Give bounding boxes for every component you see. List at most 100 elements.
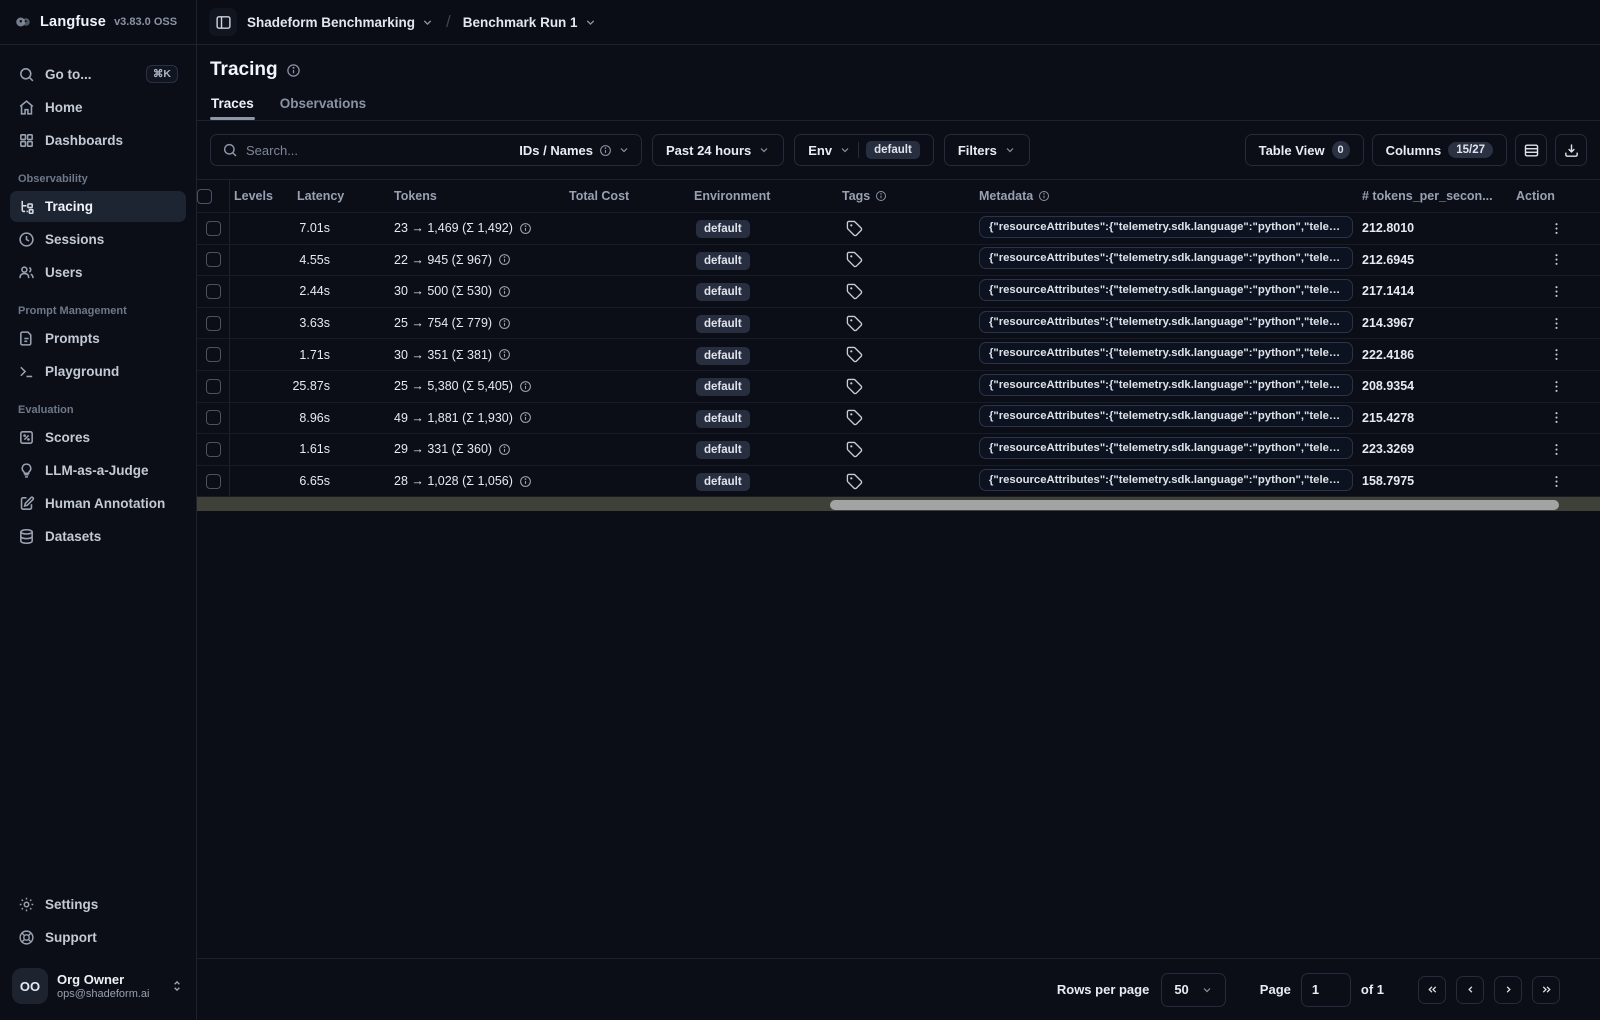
ellipsis-vertical-icon[interactable] <box>1543 472 1570 491</box>
row-tokens-per-second: 214.3967 <box>1362 316 1415 331</box>
row-checkbox[interactable] <box>205 252 221 268</box>
ellipsis-vertical-icon[interactable] <box>1543 408 1570 427</box>
tag-icon[interactable] <box>846 346 971 363</box>
info-icon[interactable] <box>875 190 887 202</box>
metadata-pill[interactable]: {"resourceAttributes":{"telemetry.sdk.la… <box>979 373 1353 396</box>
row-tokens: 30 → 351 (Σ 381) <box>390 348 565 362</box>
first-page-button[interactable] <box>1418 975 1446 1004</box>
ellipsis-vertical-icon[interactable] <box>1543 314 1570 333</box>
row-checkbox[interactable] <box>205 347 221 363</box>
row-tokens: 30 → 500 (Σ 530) <box>390 284 565 298</box>
tag-icon[interactable] <box>846 378 971 395</box>
search-mode-dropdown[interactable]: IDs / Names <box>519 143 630 158</box>
metadata-pill[interactable]: {"resourceAttributes":{"telemetry.sdk.la… <box>979 468 1353 491</box>
row-latency: 8.96s <box>299 410 330 425</box>
sidebar-item-human-annotation[interactable]: Human Annotation <box>10 488 186 519</box>
sidebar-toggle-button[interactable] <box>209 8 237 36</box>
row-checkbox[interactable] <box>205 473 221 489</box>
row-checkbox[interactable] <box>205 315 221 331</box>
metadata-pill[interactable]: {"resourceAttributes":{"telemetry.sdk.la… <box>979 342 1353 365</box>
sidebar-item-sessions[interactable]: Sessions <box>10 224 186 255</box>
metadata-pill[interactable]: {"resourceAttributes":{"telemetry.sdk.la… <box>979 247 1353 270</box>
ellipsis-vertical-icon[interactable] <box>1543 377 1570 396</box>
previous-page-button[interactable] <box>1456 975 1484 1004</box>
sidebar-item-support[interactable]: Support <box>10 922 186 953</box>
row-tokens-per-second: 208.9354 <box>1362 379 1415 394</box>
metadata-pill[interactable]: {"resourceAttributes":{"telemetry.sdk.la… <box>979 215 1353 238</box>
tag-icon[interactable] <box>846 441 971 458</box>
ellipsis-vertical-icon[interactable] <box>1543 440 1570 459</box>
page-number-input[interactable] <box>1300 972 1351 1007</box>
ellipsis-vertical-icon[interactable] <box>1543 250 1570 269</box>
tag-icon[interactable] <box>846 315 971 332</box>
brand-area: Langfuse v3.83.0 OSS <box>0 0 197 44</box>
search-control: IDs / Names <box>210 134 642 166</box>
row-metadata: {"resourceAttributes":{"telemetry.sdk.la… <box>975 278 1358 304</box>
breadcrumb-run[interactable]: Benchmark Run 1 <box>463 15 597 30</box>
sidebar-item-dashboards[interactable]: Dashboards <box>10 125 186 156</box>
time-range-dropdown[interactable]: Past 24 hours <box>652 134 785 166</box>
info-icon[interactable] <box>498 443 511 456</box>
annotation-pen-icon <box>18 495 35 512</box>
sidebar-item-home[interactable]: Home <box>10 92 186 123</box>
env-filter-dropdown[interactable]: Env default <box>794 134 934 166</box>
horizontal-scrollbar[interactable] <box>197 496 1600 512</box>
sidebar-item-settings[interactable]: Settings <box>10 889 186 920</box>
next-page-button[interactable] <box>1494 975 1522 1004</box>
rows-per-page-select[interactable]: 50 <box>1161 972 1226 1007</box>
row-latency: 4.55s <box>299 252 330 267</box>
info-icon[interactable] <box>519 222 532 235</box>
row-checkbox[interactable] <box>205 410 221 426</box>
info-icon[interactable] <box>519 380 532 393</box>
sidebar-item-users[interactable]: Users <box>10 257 186 288</box>
columns-button[interactable]: Columns 15/27 <box>1371 134 1507 166</box>
select-all-checkbox[interactable] <box>197 188 212 204</box>
tag-icon[interactable] <box>846 283 971 300</box>
last-page-button[interactable] <box>1532 975 1560 1004</box>
account-menu[interactable]: OO Org Owner ops@shadeform.ai <box>10 964 186 1008</box>
shortcut-badge: ⌘K <box>145 65 178 83</box>
metadata-pill[interactable]: {"resourceAttributes":{"telemetry.sdk.la… <box>979 310 1353 333</box>
metadata-pill[interactable]: {"resourceAttributes":{"telemetry.sdk.la… <box>979 436 1353 459</box>
tag-icon[interactable] <box>846 473 971 490</box>
ellipsis-vertical-icon[interactable] <box>1543 282 1570 301</box>
info-icon[interactable] <box>286 63 301 78</box>
scrollbar-thumb[interactable] <box>829 499 1560 510</box>
goto-search[interactable]: Go to... ⌘K <box>10 58 186 90</box>
metadata-pill[interactable]: {"resourceAttributes":{"telemetry.sdk.la… <box>979 278 1353 301</box>
info-icon[interactable] <box>498 285 511 298</box>
row-checkbox[interactable] <box>205 220 221 236</box>
environment-badge: default <box>696 315 750 334</box>
search-input[interactable] <box>246 142 512 158</box>
row-checkbox[interactable] <box>205 441 221 457</box>
row-checkbox[interactable] <box>205 378 221 394</box>
breadcrumb-project[interactable]: Shadeform Benchmarking <box>247 15 434 30</box>
sidebar-item-scores[interactable]: Scores <box>10 422 186 453</box>
info-icon[interactable] <box>498 348 511 361</box>
info-icon[interactable] <box>498 317 511 330</box>
ellipsis-vertical-icon[interactable] <box>1543 345 1570 364</box>
tab-observations[interactable]: Observations <box>279 92 367 120</box>
sidebar-item-datasets[interactable]: Datasets <box>10 521 186 552</box>
tag-icon[interactable] <box>846 409 971 426</box>
info-icon[interactable] <box>519 411 532 424</box>
tag-icon[interactable] <box>846 251 971 268</box>
row-height-button[interactable] <box>1515 134 1547 166</box>
sidebar-item-tracing[interactable]: Tracing <box>10 191 186 222</box>
info-icon[interactable] <box>1038 190 1050 202</box>
tab-traces[interactable]: Traces <box>210 92 255 120</box>
ellipsis-vertical-icon[interactable] <box>1543 219 1570 238</box>
table-view-button[interactable]: Table View 0 <box>1244 134 1364 166</box>
row-environment: default <box>690 441 838 460</box>
metadata-pill[interactable]: {"resourceAttributes":{"telemetry.sdk.la… <box>979 405 1353 428</box>
sidebar-item-llm-as-a-judge[interactable]: LLM-as-a-Judge <box>10 455 186 486</box>
filters-dropdown[interactable]: Filters <box>943 134 1030 166</box>
sidebar-item-prompts[interactable]: Prompts <box>10 323 186 354</box>
sidebar-item-playground[interactable]: Playground <box>10 356 186 387</box>
info-icon[interactable] <box>519 475 532 488</box>
account-email: ops@shadeform.ai <box>57 988 150 1001</box>
tag-icon[interactable] <box>846 220 971 237</box>
export-button[interactable] <box>1555 134 1587 166</box>
info-icon[interactable] <box>498 253 511 266</box>
row-checkbox[interactable] <box>205 283 221 299</box>
